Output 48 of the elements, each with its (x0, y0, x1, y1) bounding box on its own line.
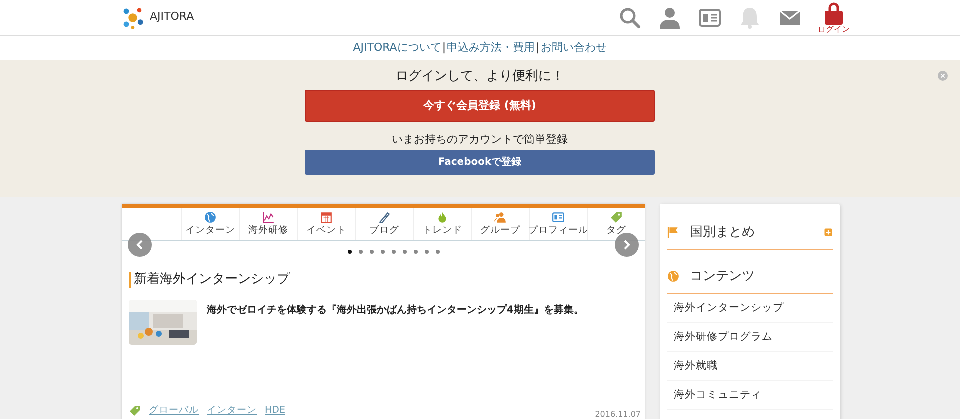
line-chart-icon (262, 211, 275, 224)
padlock-icon (822, 2, 846, 26)
category-tab[interactable]: ブログ (355, 208, 413, 240)
people-icon (494, 211, 507, 224)
category-tab[interactable]: トレンド (413, 208, 471, 240)
sidebar-heading[interactable]: 国別まとめ (690, 222, 755, 242)
category-tab[interactable]: 海外研修 (239, 208, 297, 240)
banner-subtitle: いまお持ちのアカウントで簡単登録 (392, 132, 568, 148)
section-title: 新着海外インターンシップ (129, 272, 645, 288)
tag-icon (610, 211, 623, 224)
logo-text[interactable]: AJITORA (150, 9, 194, 26)
chevron-right-icon (622, 240, 632, 250)
banner-title: ログインして、より便利に！ (396, 68, 564, 86)
article-title[interactable]: 海外でゼロイチを体験する『海外出張かばん持ちインターンシップ4期生』を募集。 (207, 300, 584, 345)
close-icon (940, 73, 946, 79)
category-tab[interactable]: イベント (297, 208, 355, 240)
category-tab[interactable]: インターン (181, 208, 239, 240)
next-button[interactable] (615, 233, 639, 257)
globe-icon (667, 270, 680, 283)
search-icon (618, 6, 642, 30)
category-tab[interactable]: グループ (471, 208, 529, 240)
sidebar-link[interactable]: 海外インターンシップ (667, 294, 833, 323)
nav-link[interactable]: 申込み方法・費用 (447, 40, 536, 56)
flame-icon (436, 211, 449, 224)
separator: | (535, 40, 541, 56)
register-button[interactable]: 今すぐ会員登録 (無料) (305, 90, 655, 122)
expand-icon (824, 228, 833, 237)
login-link[interactable]: ログイン (818, 26, 850, 34)
sidebar-heading: コンテンツ (690, 268, 755, 286)
globe-icon (204, 211, 217, 224)
nav-link[interactable]: お問い合わせ (540, 40, 607, 56)
close-button[interactable] (938, 71, 948, 81)
previous-button[interactable] (128, 233, 152, 257)
calendar-icon (320, 211, 333, 224)
id-card-icon (552, 211, 565, 224)
facebook-button[interactable]: Facebookで登録 (305, 150, 655, 175)
separator: | (441, 40, 448, 56)
nav-link[interactable]: AJITORAについて (353, 40, 442, 56)
article-date: 2016.11.07 (595, 409, 641, 419)
sidebar-link[interactable]: 海外研修プログラム (667, 323, 833, 352)
category-tab[interactable]: プロフィール (529, 208, 587, 240)
bell-icon (738, 6, 762, 30)
flag-icon (667, 226, 680, 239)
user-icon (658, 6, 682, 30)
sidebar-link[interactable]: 海外就職 (667, 352, 833, 381)
pen-icon (378, 211, 391, 224)
sidebar-link[interactable]: 海外コミュニティ (667, 381, 833, 410)
chevron-left-icon (135, 240, 145, 250)
